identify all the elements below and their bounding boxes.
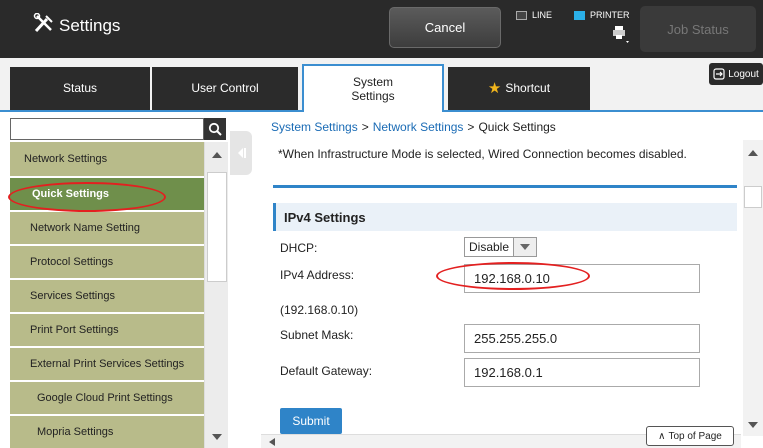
logout-label: Logout [728, 68, 759, 80]
star-icon: ★ [487, 79, 502, 97]
tab-status[interactable]: Status [10, 67, 150, 110]
mode-line-label: LINE [532, 10, 553, 20]
collapse-panel-handle[interactable] [230, 131, 252, 175]
logout-icon [713, 68, 725, 80]
sidebar-item-protocol-settings[interactable]: Protocol Settings [10, 246, 204, 280]
infrastructure-note: *When Infrastructure Mode is selected, W… [278, 147, 687, 161]
breadcrumb: System Settings > Network Settings > Quick S… [271, 120, 556, 134]
section-divider [273, 185, 737, 188]
line-checkbox [516, 10, 527, 20]
printer-checkbox [574, 10, 585, 20]
subnet-mask-field[interactable]: 255.255.255.0 [464, 324, 700, 353]
content-scroll-up-icon[interactable] [748, 150, 758, 156]
main-content: *When Infrastructure Mode is selected, W… [261, 140, 737, 434]
job-status-button[interactable]: Job Status [640, 6, 756, 52]
breadcrumb-separator: > [361, 120, 369, 134]
submit-button[interactable]: Submit [280, 408, 342, 434]
content-scrollbar[interactable] [743, 140, 763, 436]
sidebar-item-mopria-settings[interactable]: Mopria Settings [10, 416, 204, 448]
scroll-left-icon[interactable] [269, 438, 275, 446]
tab-system-settings-line1: System [352, 74, 393, 89]
content-scroll-thumb[interactable] [744, 186, 762, 208]
logout-button[interactable]: Logout [709, 63, 763, 85]
sidebar-item-print-port-settings[interactable]: Print Port Settings [10, 314, 204, 348]
breadcrumb-system-settings[interactable]: System Settings [271, 120, 358, 134]
sidebar-item-google-cloud-print[interactable]: Google Cloud Print Settings [10, 382, 204, 416]
dhcp-value: Disable [465, 238, 515, 256]
search-button[interactable] [204, 118, 226, 140]
sidebar-scroll-thumb[interactable] [207, 172, 227, 282]
sidebar-scrollbar[interactable] [204, 142, 228, 448]
ipv4-address-field[interactable]: 192.168.0.10 [464, 264, 700, 293]
sidebar-item-network-settings[interactable]: Network Settings [10, 142, 204, 178]
subnet-mask-label: Subnet Mask: [280, 328, 354, 342]
breadcrumb-separator: > [467, 120, 475, 134]
wrench-screwdriver-icon [33, 12, 59, 38]
tab-bar: Status User Control System Settings ★ Sh… [0, 58, 763, 112]
tab-system-settings[interactable]: System Settings [302, 64, 444, 112]
ipv4-section-title: IPv4 Settings [273, 203, 737, 231]
tab-user-control[interactable]: User Control [152, 67, 298, 110]
mode-printer-label: PRINTER [590, 10, 630, 20]
app-title-text: Settings [59, 15, 121, 35]
tab-shortcut[interactable]: ★ Shortcut [448, 67, 590, 110]
top-bar: Settings Cancel LINE PRINTER Job Status [0, 0, 763, 58]
chevron-down-icon [514, 238, 537, 256]
collapse-left-icon [238, 148, 246, 158]
sidebar-item-external-print-services[interactable]: External Print Services Settings [10, 348, 204, 382]
breadcrumb-current: Quick Settings [478, 120, 556, 134]
default-gateway-label: Default Gateway: [280, 364, 373, 378]
default-gateway-field[interactable]: 192.168.0.1 [464, 358, 700, 387]
search-icon [208, 122, 222, 136]
dhcp-label: DHCP: [280, 241, 318, 255]
scroll-down-icon[interactable] [212, 434, 222, 440]
mode-line-indicator[interactable]: LINE [516, 10, 552, 20]
sidebar-item-network-name-setting[interactable]: Network Name Setting [10, 212, 204, 246]
cancel-button[interactable]: Cancel [389, 7, 501, 48]
sidebar: Network Settings Quick Settings Network … [0, 114, 255, 448]
sidebar-item-quick-settings[interactable]: Quick Settings [10, 178, 204, 212]
printer-icon [611, 24, 631, 47]
top-of-page-button[interactable]: ∧ Top of Page [646, 426, 734, 446]
app-title: Settings [33, 12, 121, 38]
scroll-up-icon[interactable] [212, 152, 222, 158]
sidebar-menu: Network Settings Quick Settings Network … [10, 142, 204, 448]
tab-system-settings-line2: Settings [351, 89, 395, 103]
mode-printer-indicator[interactable]: PRINTER [574, 10, 630, 20]
sidebar-item-services-settings[interactable]: Services Settings [10, 280, 204, 314]
tab-shortcut-label: Shortcut [505, 81, 551, 96]
ipv4-current-value: (192.168.0.10) [280, 303, 359, 317]
content-scroll-down-icon[interactable] [748, 422, 758, 428]
ipv4-address-label: IPv4 Address: [280, 268, 355, 282]
top-of-page-label: Top of Page [668, 430, 722, 442]
chevron-up-icon: ∧ [658, 430, 666, 442]
breadcrumb-network-settings[interactable]: Network Settings [373, 120, 464, 134]
search-input[interactable] [10, 118, 204, 140]
dhcp-select[interactable]: Disable [464, 237, 538, 257]
